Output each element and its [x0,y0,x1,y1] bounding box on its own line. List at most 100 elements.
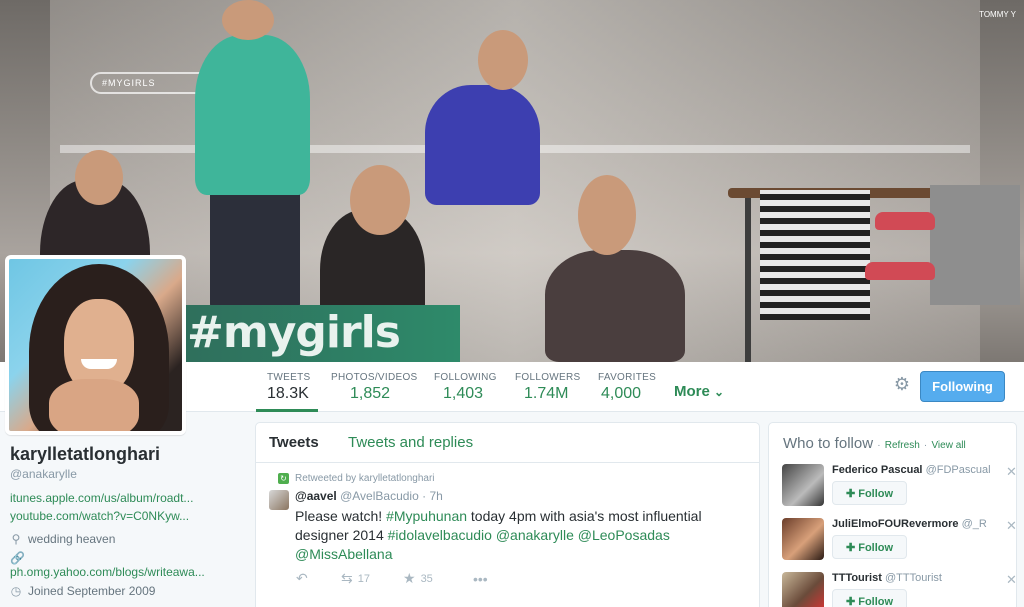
stat-label: FOLLOWING [434,372,497,383]
shoe [875,212,935,230]
refresh-link[interactable]: Refresh [885,440,920,451]
join-date-text: Joined September 2009 [28,584,156,598]
stat-followers[interactable]: FOLLOWERS 1.74M [515,362,581,412]
suggestion-avatar[interactable] [782,518,824,560]
tweet-header: @aavel @AvelBacudio · 7h [295,489,443,503]
favorite-count: 35 [420,572,433,585]
tab-tweets[interactable]: Tweets [269,434,319,451]
tweet-entity-link[interactable]: #idolavelbacudio [388,527,492,543]
tweet-actions: ↶ ⇆ 17 ★ 35 ••• [296,570,488,587]
reply-action[interactable]: ↶ [296,570,341,587]
favorite-action[interactable]: ★ 35 [403,570,473,587]
suggestion-avatar[interactable] [782,464,824,506]
retweet-count: 17 [357,572,370,585]
add-user-icon: ✚ [845,541,856,554]
timeline-tabs: Tweets Tweets and replies [256,423,759,463]
profile-info: karylletatlonghari @anakarylle itunes.ap… [10,444,240,598]
clock-icon: ◷ [10,584,22,598]
shoe [865,262,935,280]
suggestion-name[interactable]: JuliElmoFOURevermore @_R [832,518,987,530]
stat-photos-videos[interactable]: PHOTOS/VIDEOS 1,852 [331,362,418,412]
stat-favorites[interactable]: FAVORITES 4,000 [598,362,656,412]
suggestion-name[interactable]: TTTourist @TTTourist [832,572,942,584]
retweet-action[interactable]: ⇆ 17 [341,570,403,587]
hashtag-banner-text: #mygirls [187,307,401,358]
following-button[interactable]: Following [920,371,1005,402]
avatar-smile [81,359,117,369]
tweet-entity-link[interactable]: @MissAbellana [295,546,392,562]
tweet-text: Please watch! #Mypuhunan today 4pm with … [295,507,735,564]
tweet[interactable]: ↻ Retweeted by karylletatlonghari @aavel… [256,463,759,607]
profile-handle[interactable]: @anakarylle [10,467,240,481]
gear-icon[interactable]: ⚙ [892,374,912,394]
ellipsis-icon: ••• [473,570,488,587]
retweet-context: ↻ Retweeted by karylletatlonghari [278,473,435,484]
stat-tweets[interactable]: TWEETS 18.3K [256,362,318,412]
follow-label: Follow [858,595,894,607]
who-to-follow-header: Who to follow · Refresh · View all [783,435,966,452]
tab-tweets-and-replies[interactable]: Tweets and replies [348,434,473,451]
tweet-entity-link[interactable]: @LeoPosadas [578,527,670,543]
grey-clothes [930,185,1020,305]
separator: · [877,440,881,451]
follow-button[interactable]: ✚ Follow [832,481,907,505]
stat-value: 1,403 [443,385,484,402]
profile-name[interactable]: karylletatlonghari [10,444,240,465]
tweet-entity-link[interactable]: @anakarylle [496,527,574,543]
website-link[interactable]: ph.omg.yahoo.com/blogs/writeawa... [10,565,240,579]
tweet-entity-link[interactable]: #Mypuhunan [386,508,467,524]
reply-icon: ↶ [296,570,308,586]
location-pin-icon: ⚲ [11,532,21,546]
tweet-author-name[interactable]: @aavel [295,489,337,503]
stat-label: PHOTOS/VIDEOS [331,372,418,383]
retweet-icon: ↻ [278,473,289,484]
bio-link[interactable]: itunes.apple.com/us/album/roadt... [10,491,240,505]
follow-label: Follow [858,487,894,500]
close-icon[interactable]: ✕ [1006,518,1017,534]
suggestion-display-name: Federico Pascual [832,464,923,476]
retweeted-by[interactable]: Retweeted by karylletatlonghari [295,473,435,484]
stat-following[interactable]: FOLLOWING 1,403 [434,362,497,412]
figure-right [545,250,685,362]
tweet-avatar[interactable] [269,490,289,510]
suggestion-display-name: JuliElmoFOURevermore [832,518,959,530]
close-icon[interactable]: ✕ [1006,572,1017,588]
stat-value: 1.74M [524,385,569,402]
chevron-down-icon: ⌄ [714,385,725,399]
stat-value: 1,852 [350,385,391,402]
suggestion: Federico Pascual @FDPascual ✚ Follow ✕ [782,464,1017,514]
bio-link[interactable]: youtube.com/watch?v=C0NKyw... [10,509,240,523]
separator: · [923,440,928,451]
tweet-time[interactable]: · 7h [422,489,443,503]
stat-label: FOLLOWERS [515,372,581,383]
add-user-icon: ✚ [845,487,856,500]
suggestion-handle: @_R [961,518,987,530]
hashtag-banner: #mygirls [185,305,460,362]
profile-avatar[interactable] [5,255,186,435]
retweet-icon: ⇆ [341,570,353,586]
avatar-arm [49,379,139,431]
tweet-author-handle[interactable]: @AvelBacudio [340,489,419,503]
suggestion: JuliElmoFOURevermore @_R ✚ Follow ✕ [782,518,1017,568]
figure-teal [195,35,310,195]
tweet-text-segment: Please watch! [295,508,387,524]
follow-button[interactable]: ✚ Follow [832,535,907,559]
rack-leg [745,198,751,362]
figure-head [578,175,636,255]
stat-value: 4,000 [601,385,642,402]
more-menu[interactable]: More ⌄ [674,383,724,400]
close-icon[interactable]: ✕ [1006,464,1017,480]
website: 🔗 [10,551,240,565]
suggestion-avatar[interactable] [782,572,824,607]
striped-clothes [760,190,870,320]
follow-button[interactable]: ✚ Follow [832,589,907,607]
who-to-follow: Who to follow · Refresh · View all Feder… [768,422,1017,607]
follow-label: Follow [858,541,894,554]
suggestion-display-name: TTTourist [832,572,882,584]
suggestion-name[interactable]: Federico Pascual @FDPascual [832,464,991,476]
figure-head [350,165,410,235]
more-actions[interactable]: ••• [473,571,488,587]
view-all-link[interactable]: View all [931,440,965,451]
store-sign: TOMMY Y [979,10,1016,19]
suggestion-handle: @FDPascual [925,464,991,476]
